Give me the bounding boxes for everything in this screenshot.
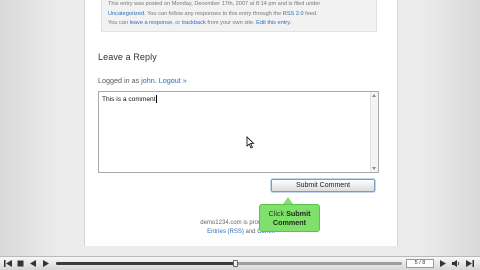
leave-response-link[interactable]: leave a response — [130, 20, 173, 26]
post-meta-line-2: Uncategorized. You can follow any respon… — [108, 10, 372, 20]
footer-and: and — [243, 229, 258, 235]
textarea-scrollbar[interactable] — [370, 92, 378, 172]
logout-link[interactable]: Logout » — [159, 76, 187, 85]
post-meta-text: , or — [172, 20, 182, 27]
callout-pointer — [283, 197, 293, 204]
play-icon[interactable] — [41, 259, 51, 268]
rss-link[interactable]: RSS 2.0 — [283, 11, 304, 17]
next-icon[interactable] — [438, 259, 448, 268]
post-meta-box: This entry was posted on Monday, Decembe… — [101, 0, 377, 32]
comment-textarea[interactable]: This is a comment — [98, 91, 379, 173]
reply-heading: Leave a Reply — [98, 52, 157, 62]
volume-icon[interactable] — [451, 259, 461, 268]
category-link[interactable]: Uncategorized — [108, 11, 144, 17]
logged-in-prefix: Logged in as — [98, 76, 142, 85]
callout-prefix: Click — [268, 209, 287, 218]
user-link[interactable]: john — [141, 76, 155, 85]
video-player-bar: 5 / 8 — [0, 256, 480, 270]
rewind-icon[interactable] — [3, 259, 13, 268]
page-counter: 5 / 8 — [406, 259, 434, 268]
edit-entry-link[interactable]: Edit this entry. — [256, 20, 291, 26]
progress-knob[interactable] — [233, 260, 239, 267]
text-caret — [155, 95, 157, 103]
footer-line-1: demo1234.com is proudly pow — [200, 220, 282, 226]
mouse-cursor-icon — [246, 136, 255, 149]
stop-icon[interactable] — [15, 259, 25, 268]
callout-strong-1: Submit — [286, 209, 311, 218]
progress-track[interactable] — [56, 260, 402, 267]
fast-forward-icon[interactable] — [465, 259, 475, 268]
post-meta-line-1: This entry was posted on Monday, Decembe… — [108, 1, 321, 7]
post-meta-line-3: You can leave a response, or trackback f… — [108, 19, 372, 29]
trackback-link[interactable]: trackback — [182, 20, 206, 26]
footer-line-2: Entries (RSS) and Comm — [85, 229, 397, 235]
progress-fill — [56, 262, 236, 265]
blog-content-area: This entry was posted on Monday, Decembe… — [84, 0, 398, 246]
post-meta-text: . You can follow any responses to this e… — [144, 10, 283, 17]
tutorial-callout: Click Submit Comment — [259, 204, 320, 232]
back-icon[interactable] — [28, 259, 38, 268]
post-meta-text: from your own site. — [205, 20, 257, 27]
submit-comment-button[interactable]: Submit Comment — [271, 179, 375, 192]
logged-in-line: Logged in as john. Logout » — [98, 76, 187, 85]
scroll-down-icon[interactable] — [372, 167, 376, 170]
post-meta-text: You can — [108, 20, 130, 27]
entries-rss-link[interactable]: Entries (RSS) — [207, 229, 244, 235]
callout-strong-2: Comment — [272, 218, 307, 227]
post-meta-text: feed. — [303, 10, 318, 17]
scroll-up-icon[interactable] — [372, 94, 376, 97]
comment-text: This is a comment — [102, 96, 156, 103]
